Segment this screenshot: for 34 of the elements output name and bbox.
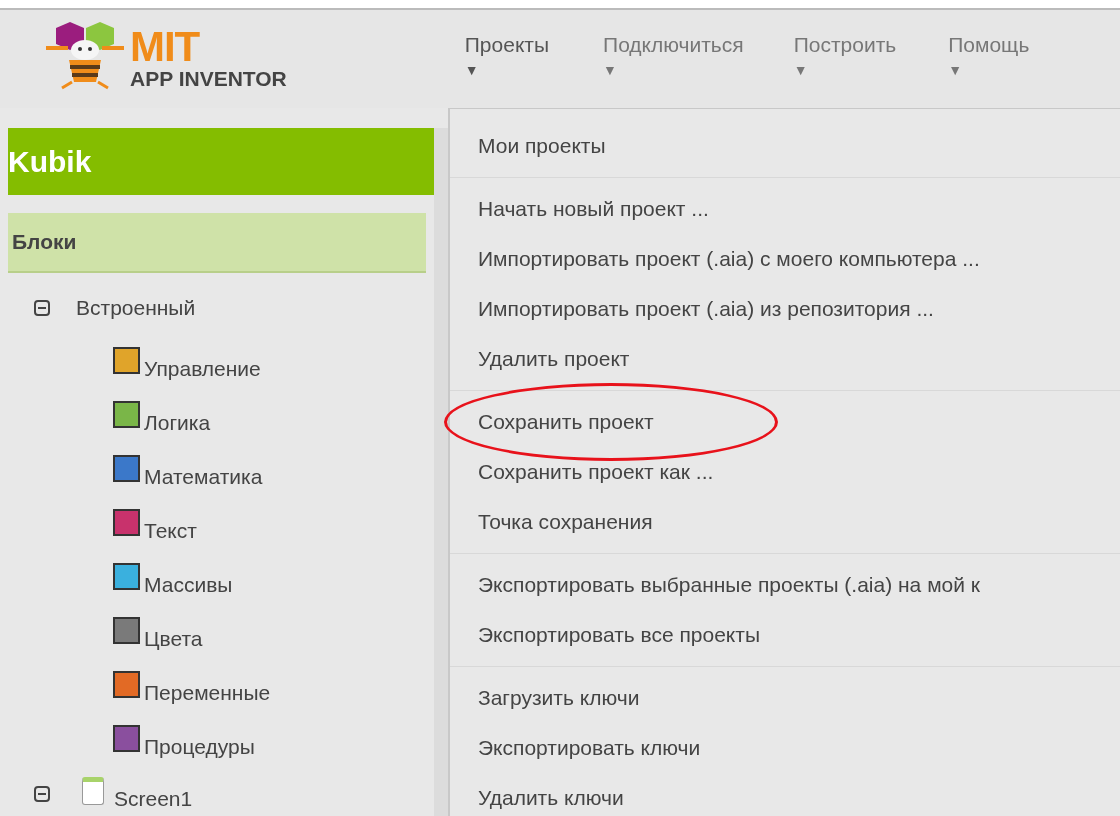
block-category[interactable]: Переменные — [144, 677, 271, 709]
nav-menu[interactable]: Построить ▼ — [793, 32, 897, 80]
block-category[interactable]: Математика — [144, 461, 263, 493]
menu-item[interactable]: Импортировать проект (.aia) с моего компьютера ... — [478, 243, 980, 275]
menu-item[interactable]: Удалить проект — [478, 343, 630, 375]
menu-item[interactable]: Начать новый проект ... — [478, 193, 709, 225]
menu-item[interactable]: Точка сохранения — [478, 506, 653, 538]
menu-item[interactable]: Сохранить проект как ... — [478, 456, 714, 488]
menu-item[interactable]: Экспортировать выбранные проекты (.aia) на мой к — [478, 569, 980, 601]
menu-item[interactable]: Удалить ключи — [478, 782, 624, 814]
block-category[interactable]: Цвета — [144, 623, 203, 655]
menu-item[interactable]: Экспортировать все проекты — [478, 619, 760, 651]
block-category[interactable]: Процедуры — [144, 731, 255, 763]
menu-item[interactable]: Импортировать проект (.aia) из репозитория ... — [478, 293, 934, 325]
menu-item[interactable]: Мои проекты — [478, 130, 606, 162]
block-category[interactable]: Массивы — [144, 569, 233, 601]
menu-item[interactable]: Загрузить ключи — [478, 682, 640, 714]
menu-item[interactable]: Экспортировать ключи — [478, 732, 701, 764]
block-category[interactable]: Управление — [144, 353, 261, 385]
menu-item[interactable]: Сохранить проект — [478, 406, 654, 438]
tree-item[interactable]: Screen1 — [114, 783, 193, 815]
collapse-icon[interactable] — [34, 786, 50, 802]
logo-subtitle: APP INVENTOR — [130, 67, 287, 89]
phone-icon — [82, 777, 104, 805]
tree-item[interactable]: Встроенный — [76, 292, 196, 324]
block-category[interactable]: Логика — [144, 407, 211, 439]
nav-menu[interactable]: Подключиться ▼ — [603, 32, 744, 80]
collapse-icon[interactable] — [34, 300, 50, 316]
panel-header: Блоки — [8, 213, 426, 273]
block-category[interactable]: Текст — [144, 515, 197, 547]
project-title-bar: Kubik — [8, 128, 434, 195]
logo-title: MIT — [130, 25, 201, 68]
nav-menu[interactable]: Помощь ▼ — [948, 32, 1030, 80]
nav-menu[interactable]: Проекты ▼ — [464, 32, 550, 80]
